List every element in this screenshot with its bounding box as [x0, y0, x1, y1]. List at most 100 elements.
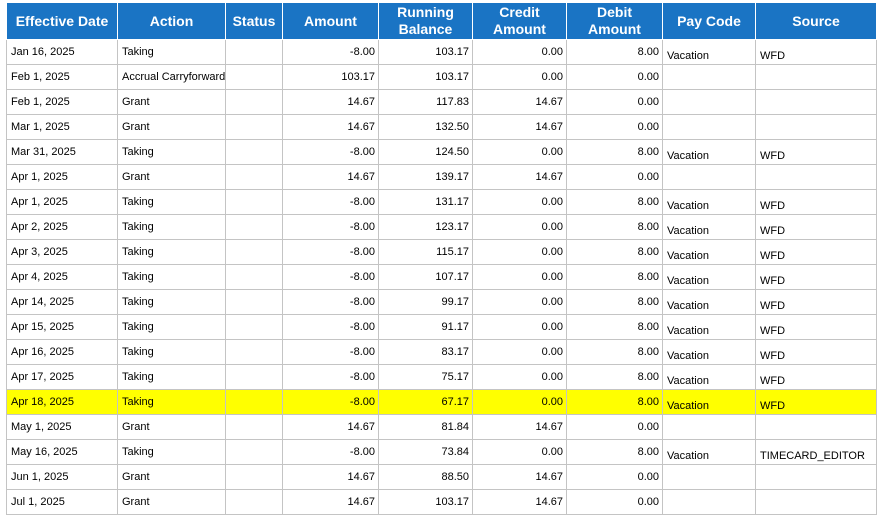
cell-status	[225, 439, 283, 465]
cell-status	[225, 164, 283, 190]
table-row[interactable]: Jul 1, 2025 Grant 14.67 103.17 14.67 0.00	[6, 489, 877, 515]
cell-source: WFD	[755, 189, 877, 215]
cell-status	[225, 39, 283, 65]
column-header-action[interactable]: Action	[117, 2, 226, 40]
cell-action: Grant	[117, 464, 226, 490]
cell-pay-code: Vacation	[662, 439, 756, 465]
cell-credit-amount: 0.00	[472, 439, 567, 465]
cell-action: Taking	[117, 139, 226, 165]
column-header-debit-amount[interactable]: Debit Amount	[566, 2, 663, 40]
cell-amount: 14.67	[282, 414, 379, 440]
cell-pay-code	[662, 164, 756, 190]
cell-running-balance: 139.17	[378, 164, 473, 190]
cell-source: WFD	[755, 364, 877, 390]
cell-action: Taking	[117, 214, 226, 240]
cell-action: Taking	[117, 389, 226, 415]
cell-running-balance: 75.17	[378, 364, 473, 390]
column-header-effective-date[interactable]: Effective Date	[6, 2, 118, 40]
cell-running-balance: 107.17	[378, 264, 473, 290]
cell-source	[755, 89, 877, 115]
cell-source	[755, 64, 877, 90]
column-header-pay-code[interactable]: Pay Code	[662, 2, 756, 40]
cell-action: Grant	[117, 89, 226, 115]
cell-status	[225, 264, 283, 290]
cell-amount: -8.00	[282, 239, 379, 265]
table-row[interactable]: Apr 17, 2025 Taking -8.00 75.17 0.00 8.00 Vaca…	[6, 364, 877, 390]
cell-source	[755, 489, 877, 515]
cell-source: WFD	[755, 264, 877, 290]
cell-running-balance: 124.50	[378, 139, 473, 165]
cell-amount: -8.00	[282, 389, 379, 415]
cell-debit-amount: 8.00	[566, 264, 663, 290]
cell-amount: 14.67	[282, 164, 379, 190]
cell-action: Grant	[117, 114, 226, 140]
cell-pay-code	[662, 114, 756, 140]
column-header-credit-amount[interactable]: Credit Amount	[472, 2, 567, 40]
table-row[interactable]: Apr 14, 2025 Taking -8.00 99.17 0.00 8.00 Vaca…	[6, 289, 877, 315]
cell-amount: 103.17	[282, 64, 379, 90]
cell-debit-amount: 8.00	[566, 364, 663, 390]
cell-running-balance: 103.17	[378, 64, 473, 90]
column-header-status[interactable]: Status	[225, 2, 283, 40]
table-row[interactable]: Apr 4, 2025 Taking -8.00 107.17 0.00 8.00 Vaca…	[6, 264, 877, 290]
column-header-running-balance[interactable]: Running Balance	[378, 2, 473, 40]
cell-credit-amount: 0.00	[472, 339, 567, 365]
cell-effective-date: Jul 1, 2025	[6, 489, 118, 515]
cell-credit-amount: 0.00	[472, 139, 567, 165]
table-row[interactable]: Apr 2, 2025 Taking -8.00 123.17 0.00 8.00 Vaca…	[6, 214, 877, 240]
table-row[interactable]: Mar 1, 2025 Grant 14.67 132.50 14.67 0.00	[6, 114, 877, 140]
cell-status	[225, 364, 283, 390]
cell-source: WFD	[755, 139, 877, 165]
table-row[interactable]: May 16, 2025 Taking -8.00 73.84 0.00 8.00 Vaca…	[6, 439, 877, 465]
cell-source	[755, 114, 877, 140]
cell-source: TIMECARD_EDITOR	[755, 439, 877, 465]
cell-pay-code: Vacation	[662, 189, 756, 215]
cell-pay-code	[662, 464, 756, 490]
cell-status	[225, 139, 283, 165]
table-row[interactable]: Apr 1, 2025 Grant 14.67 139.17 14.67 0.00	[6, 164, 877, 190]
cell-debit-amount: 8.00	[566, 39, 663, 65]
cell-effective-date: Jan 16, 2025	[6, 39, 118, 65]
table-row[interactable]: Apr 16, 2025 Taking -8.00 83.17 0.00 8.00 Vaca…	[6, 339, 877, 365]
cell-effective-date: Apr 14, 2025	[6, 289, 118, 315]
cell-credit-amount: 0.00	[472, 189, 567, 215]
cell-credit-amount: 14.67	[472, 114, 567, 140]
cell-running-balance: 115.17	[378, 239, 473, 265]
cell-amount: -8.00	[282, 214, 379, 240]
table-row[interactable]: Apr 15, 2025 Taking -8.00 91.17 0.00 8.00 Vaca…	[6, 314, 877, 340]
column-header-amount[interactable]: Amount	[282, 2, 379, 40]
cell-effective-date: Apr 15, 2025	[6, 314, 118, 340]
cell-action: Taking	[117, 339, 226, 365]
cell-debit-amount: 8.00	[566, 214, 663, 240]
table-row[interactable]: Jan 16, 2025 Taking -8.00 103.17 0.00 8.00 Vac…	[6, 39, 877, 65]
table-row[interactable]: Apr 18, 2025 Taking -8.00 67.17 0.00 8.00 Vaca…	[6, 389, 877, 415]
cell-running-balance: 132.50	[378, 114, 473, 140]
cell-effective-date: May 1, 2025	[6, 414, 118, 440]
cell-amount: 14.67	[282, 464, 379, 490]
table-row[interactable]: Mar 31, 2025 Taking -8.00 124.50 0.00 8.00 Vac…	[6, 139, 877, 165]
table-row[interactable]: May 1, 2025 Grant 14.67 81.84 14.67 0.00	[6, 414, 877, 440]
cell-action: Grant	[117, 164, 226, 190]
cell-action: Taking	[117, 289, 226, 315]
table-row[interactable]: Jun 1, 2025 Grant 14.67 88.50 14.67 0.00	[6, 464, 877, 490]
cell-debit-amount: 0.00	[566, 489, 663, 515]
cell-pay-code	[662, 64, 756, 90]
cell-source	[755, 414, 877, 440]
cell-debit-amount: 0.00	[566, 414, 663, 440]
table-row[interactable]: Apr 1, 2025 Taking -8.00 131.17 0.00 8.00 Vaca…	[6, 189, 877, 215]
cell-amount: -8.00	[282, 264, 379, 290]
cell-pay-code: Vacation	[662, 239, 756, 265]
cell-amount: -8.00	[282, 439, 379, 465]
table-body: Jan 16, 2025 Taking -8.00 103.17 0.00 8.00 Vac…	[6, 39, 877, 515]
table-row[interactable]: Feb 1, 2025 Accrual Carryforward 103.17 103…	[6, 64, 877, 90]
cell-amount: -8.00	[282, 139, 379, 165]
cell-effective-date: Apr 4, 2025	[6, 264, 118, 290]
column-header-source[interactable]: Source	[755, 2, 877, 40]
table-row[interactable]: Apr 3, 2025 Taking -8.00 115.17 0.00 8.00 Vaca…	[6, 239, 877, 265]
cell-action: Taking	[117, 39, 226, 65]
cell-action: Accrual Carryforward	[117, 64, 226, 90]
cell-debit-amount: 8.00	[566, 314, 663, 340]
cell-source: WFD	[755, 389, 877, 415]
table-row[interactable]: Feb 1, 2025 Grant 14.67 117.83 14.67 0.00	[6, 89, 877, 115]
cell-effective-date: Feb 1, 2025	[6, 64, 118, 90]
